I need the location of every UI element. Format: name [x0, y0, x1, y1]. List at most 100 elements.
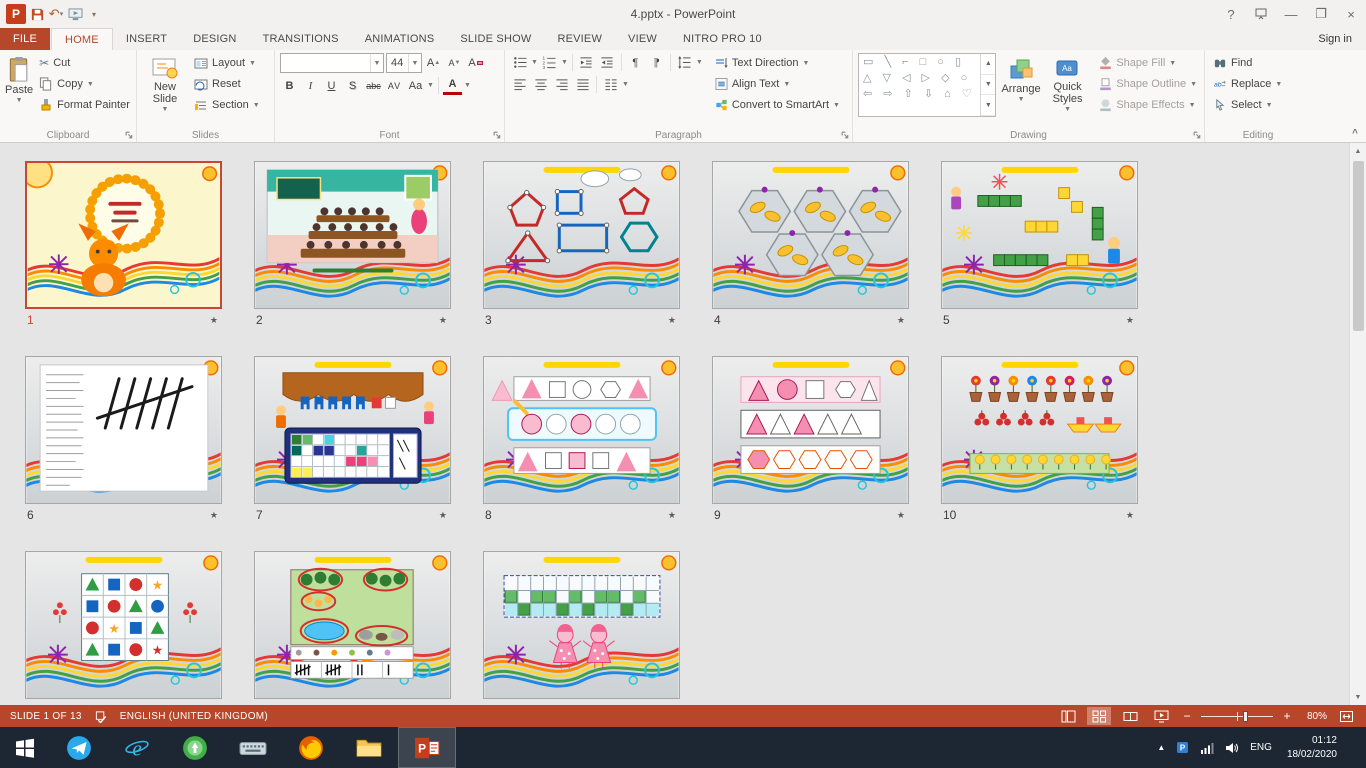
section-button[interactable]: Section▼ [191, 95, 263, 115]
help-icon[interactable]: ? [1216, 1, 1246, 28]
align-text-button[interactable]: Align Text▼ [712, 74, 843, 94]
strikethrough-button[interactable]: abc [364, 76, 383, 95]
zoom-in-button[interactable]: + [1280, 709, 1294, 723]
ribbon-display-options-icon[interactable] [1246, 1, 1276, 28]
zoom-level[interactable]: 80% [1301, 711, 1327, 722]
slide-thumbnail-5[interactable] [941, 161, 1138, 309]
tab-view[interactable]: VIEW [615, 28, 670, 50]
sign-in-link[interactable]: Sign in [1318, 28, 1366, 50]
slide-thumbnail-2[interactable] [254, 161, 451, 309]
dialog-launcher-icon[interactable] [493, 131, 502, 140]
start-button[interactable] [0, 727, 50, 768]
undo-icon[interactable]: ↶▾ [48, 5, 64, 23]
collapse-ribbon-button[interactable]: ^ [1352, 128, 1358, 139]
align-left-button[interactable] [510, 75, 529, 94]
shape-effects-button[interactable]: Shape Effects▼ [1096, 95, 1200, 115]
underline-button[interactable]: U [322, 76, 341, 95]
taskbar-clock[interactable]: 01:12 18/02/2020 [1283, 734, 1346, 761]
select-button[interactable]: Select▼ [1210, 95, 1285, 115]
align-right-button[interactable] [552, 75, 571, 94]
animation-indicator-star-icon[interactable]: ★ [668, 510, 676, 521]
convert-to-smartart-button[interactable]: Convert to SmartArt▼ [712, 95, 843, 115]
normal-view-button[interactable] [1056, 707, 1080, 725]
slide-thumbnail-10[interactable] [941, 356, 1138, 504]
copy-button[interactable]: Copy▼ [36, 74, 133, 94]
spell-check-icon[interactable] [94, 710, 108, 723]
start-from-beginning-icon[interactable] [67, 5, 83, 23]
quick-styles-button[interactable]: Aa Quick Styles ▼ [1046, 53, 1090, 127]
slide-thumbnail-8[interactable] [483, 356, 680, 504]
slide-thumbnail-6[interactable] [25, 356, 222, 504]
shape-outline-button[interactable]: Shape Outline▼ [1096, 74, 1200, 94]
paste-button[interactable]: Paste ▼ [5, 53, 33, 127]
taskbar-firefox-icon[interactable] [282, 727, 340, 768]
tab-file[interactable]: FILE [0, 28, 50, 50]
ltr-text-direction-button[interactable]: ¶ [626, 53, 645, 72]
taskbar-powerpoint-icon[interactable]: P [398, 727, 456, 768]
customize-qat-icon[interactable]: ▾ [86, 5, 102, 23]
tray-app-icon[interactable]: P [1176, 741, 1189, 754]
taskbar-onscreen-keyboard-icon[interactable] [224, 727, 282, 768]
zoom-slider[interactable] [1201, 707, 1273, 725]
tab-review[interactable]: REVIEW [544, 28, 615, 50]
dialog-launcher-icon[interactable] [841, 131, 850, 140]
shrink-font-button[interactable]: A▼ [445, 54, 464, 73]
justify-button[interactable] [573, 75, 592, 94]
taskbar-internet-explorer-icon[interactable]: e [108, 727, 166, 768]
shape-gallery-row[interactable]: ▭ ╲ ⌐ □ ○ ▯ [863, 55, 976, 71]
zoom-slider-thumb[interactable] [1243, 711, 1248, 722]
language-indicator[interactable]: ENGLISH (UNITED KINGDOM) [120, 711, 268, 722]
slide-thumbnail-11[interactable]: ★★★ [25, 551, 222, 699]
tab-home[interactable]: HOME [51, 28, 113, 50]
animation-indicator-star-icon[interactable]: ★ [1126, 315, 1134, 326]
save-icon[interactable] [29, 5, 45, 23]
scroll-up-icon[interactable]: ▲ [1350, 143, 1366, 159]
fit-to-window-button[interactable] [1334, 707, 1358, 725]
gallery-more-icon[interactable]: ▼ [981, 95, 995, 116]
clear-formatting-button[interactable]: A [466, 54, 485, 73]
shape-fill-button[interactable]: Shape Fill▼ [1096, 53, 1200, 73]
slide-thumbnail-7[interactable] [254, 356, 451, 504]
dialog-launcher-icon[interactable] [125, 131, 134, 140]
shape-gallery-row[interactable]: △ ▽ ◁ ▷ ◇ ○ [863, 71, 976, 87]
tab-nitro-pro[interactable]: NITRO PRO 10 [670, 28, 775, 50]
bullets-button[interactable] [510, 53, 529, 72]
animation-indicator-star-icon[interactable]: ★ [210, 315, 218, 326]
columns-button[interactable] [601, 75, 620, 94]
keyboard-language-indicator[interactable]: ENG [1250, 742, 1272, 753]
dialog-launcher-icon[interactable] [1193, 131, 1202, 140]
character-spacing-button[interactable]: AV [385, 76, 404, 95]
slide-thumbnail-12[interactable] [254, 551, 451, 699]
slide-show-button[interactable] [1149, 707, 1173, 725]
taskbar-telegram-icon[interactable] [50, 727, 108, 768]
change-case-button[interactable]: Aa [406, 76, 425, 95]
layout-button[interactable]: Layout▼ [191, 53, 263, 73]
scrollbar-thumb[interactable] [1353, 161, 1364, 331]
tab-animations[interactable]: ANIMATIONS [352, 28, 448, 50]
find-button[interactable]: Find [1210, 53, 1285, 73]
animation-indicator-star-icon[interactable]: ★ [210, 510, 218, 521]
reset-button[interactable]: Reset [191, 74, 263, 94]
numbering-button[interactable]: 123 [540, 53, 559, 72]
decrease-indent-button[interactable] [577, 53, 596, 72]
animation-indicator-star-icon[interactable]: ★ [897, 510, 905, 521]
tab-insert[interactable]: INSERT [113, 28, 180, 50]
scroll-down-icon[interactable]: ▼ [1350, 689, 1366, 705]
arrange-button[interactable]: Arrange ▼ [999, 53, 1043, 127]
minimize-button[interactable]: — [1276, 1, 1306, 28]
animation-indicator-star-icon[interactable]: ★ [897, 315, 905, 326]
reading-view-button[interactable] [1118, 707, 1142, 725]
gallery-up-icon[interactable]: ▲ [981, 54, 995, 75]
align-center-button[interactable] [531, 75, 550, 94]
increase-indent-button[interactable] [598, 53, 617, 72]
maximize-button[interactable]: ❐ [1306, 1, 1336, 28]
format-painter-button[interactable]: Format Painter [36, 95, 133, 115]
network-signal-icon[interactable] [1200, 742, 1214, 754]
slide-thumbnail-9[interactable] [712, 356, 909, 504]
slide-thumbnail-4[interactable] [712, 161, 909, 309]
show-hidden-icons-button[interactable]: ▲ [1157, 743, 1165, 752]
volume-icon[interactable] [1225, 742, 1239, 754]
text-direction-button[interactable]: Text Direction▼ [712, 53, 843, 73]
animation-indicator-star-icon[interactable]: ★ [668, 315, 676, 326]
taskbar-download-manager-icon[interactable] [166, 727, 224, 768]
